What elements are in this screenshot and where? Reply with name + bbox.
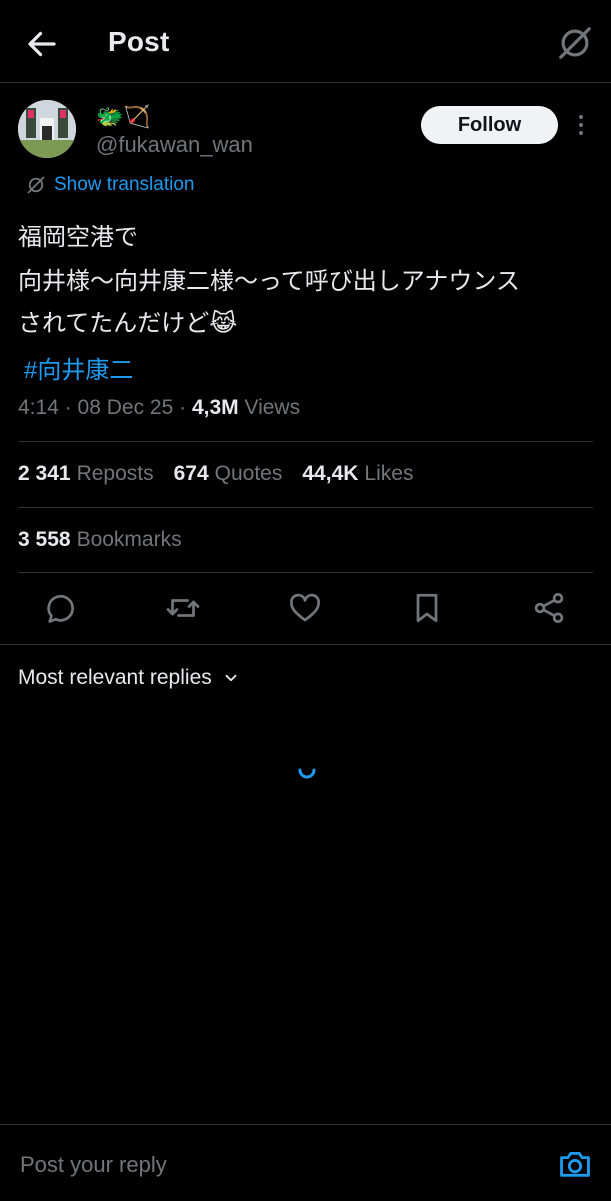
repost-icon [166,599,200,617]
replies-sort-dropdown[interactable]: Most relevant replies [18,666,240,690]
like-icon [290,593,320,622]
views-label: Views [238,396,301,419]
user-handle[interactable]: @fukawan_wan [96,132,253,158]
reposts-label: Reposts [76,462,154,485]
quotes-stat[interactable]: 674 Quotes [174,462,283,486]
display-name[interactable]: 🐲🏹 [96,104,151,130]
loading-spinner-icon [295,758,319,782]
hashtag-link[interactable]: #向井康二 [24,350,133,385]
grok-button[interactable] [556,24,594,62]
share-icon [534,593,564,623]
likes-stat[interactable]: 44,4K Likes [302,462,413,486]
back-button[interactable] [24,26,60,62]
reply-button[interactable] [43,590,79,626]
more-vertical-icon [579,115,583,135]
post-metadata: 4:14 · 08 Dec 25 · 4,3M Views [18,396,300,420]
post-timestamp[interactable]: 4:14 · 08 Dec 25 · [18,396,192,419]
post-text-line: されてたんだけど😹 [18,310,238,337]
divider [18,572,593,573]
bookmark-button[interactable] [409,590,445,626]
like-button[interactable] [287,590,323,626]
reply-input[interactable] [18,1146,522,1184]
top-app-bar [0,0,611,83]
avatar-image [18,100,76,158]
grok-icon [559,27,591,59]
grok-translate-icon [26,175,46,195]
page-title: Post [108,26,170,57]
follow-button[interactable]: Follow [421,106,558,144]
chevron-down-icon [222,669,240,687]
camera-button[interactable] [558,1148,592,1180]
replies-sort-label: Most relevant replies [18,666,212,689]
bookmarks-label: Bookmarks [76,528,182,551]
divider [18,507,593,508]
more-options-button[interactable] [570,114,592,136]
divider [0,644,611,645]
bookmark-icon [416,593,438,623]
bookmarks-stat[interactable]: 3 558 Bookmarks [18,528,182,552]
quotes-label: Quotes [214,462,283,485]
reply-icon [47,594,74,623]
repost-button[interactable] [165,590,201,626]
views-count: 4,3M [191,396,239,419]
divider [18,441,593,442]
arrow-left-icon [28,31,56,57]
reposts-stat[interactable]: 2 341 Reposts [18,462,154,486]
show-translation-button[interactable]: Show translation [26,174,194,196]
engagement-stats: 2 341 Reposts 674 Quotes 44,4K Likes [18,462,413,486]
bookmarks-count: 3 558 [18,528,71,551]
post-text-line: 福岡空港で [18,224,138,251]
reposts-count: 2 341 [18,462,71,485]
quotes-count: 674 [173,462,209,485]
avatar[interactable] [18,100,76,158]
camera-icon [560,1151,590,1177]
show-translation-label: Show translation [54,174,195,195]
likes-count: 44,4K [302,462,359,485]
likes-label: Likes [364,462,414,485]
share-button[interactable] [531,590,567,626]
post-text-line: 向井様〜向井康二様〜って呼び出しアナウンス [18,268,520,295]
